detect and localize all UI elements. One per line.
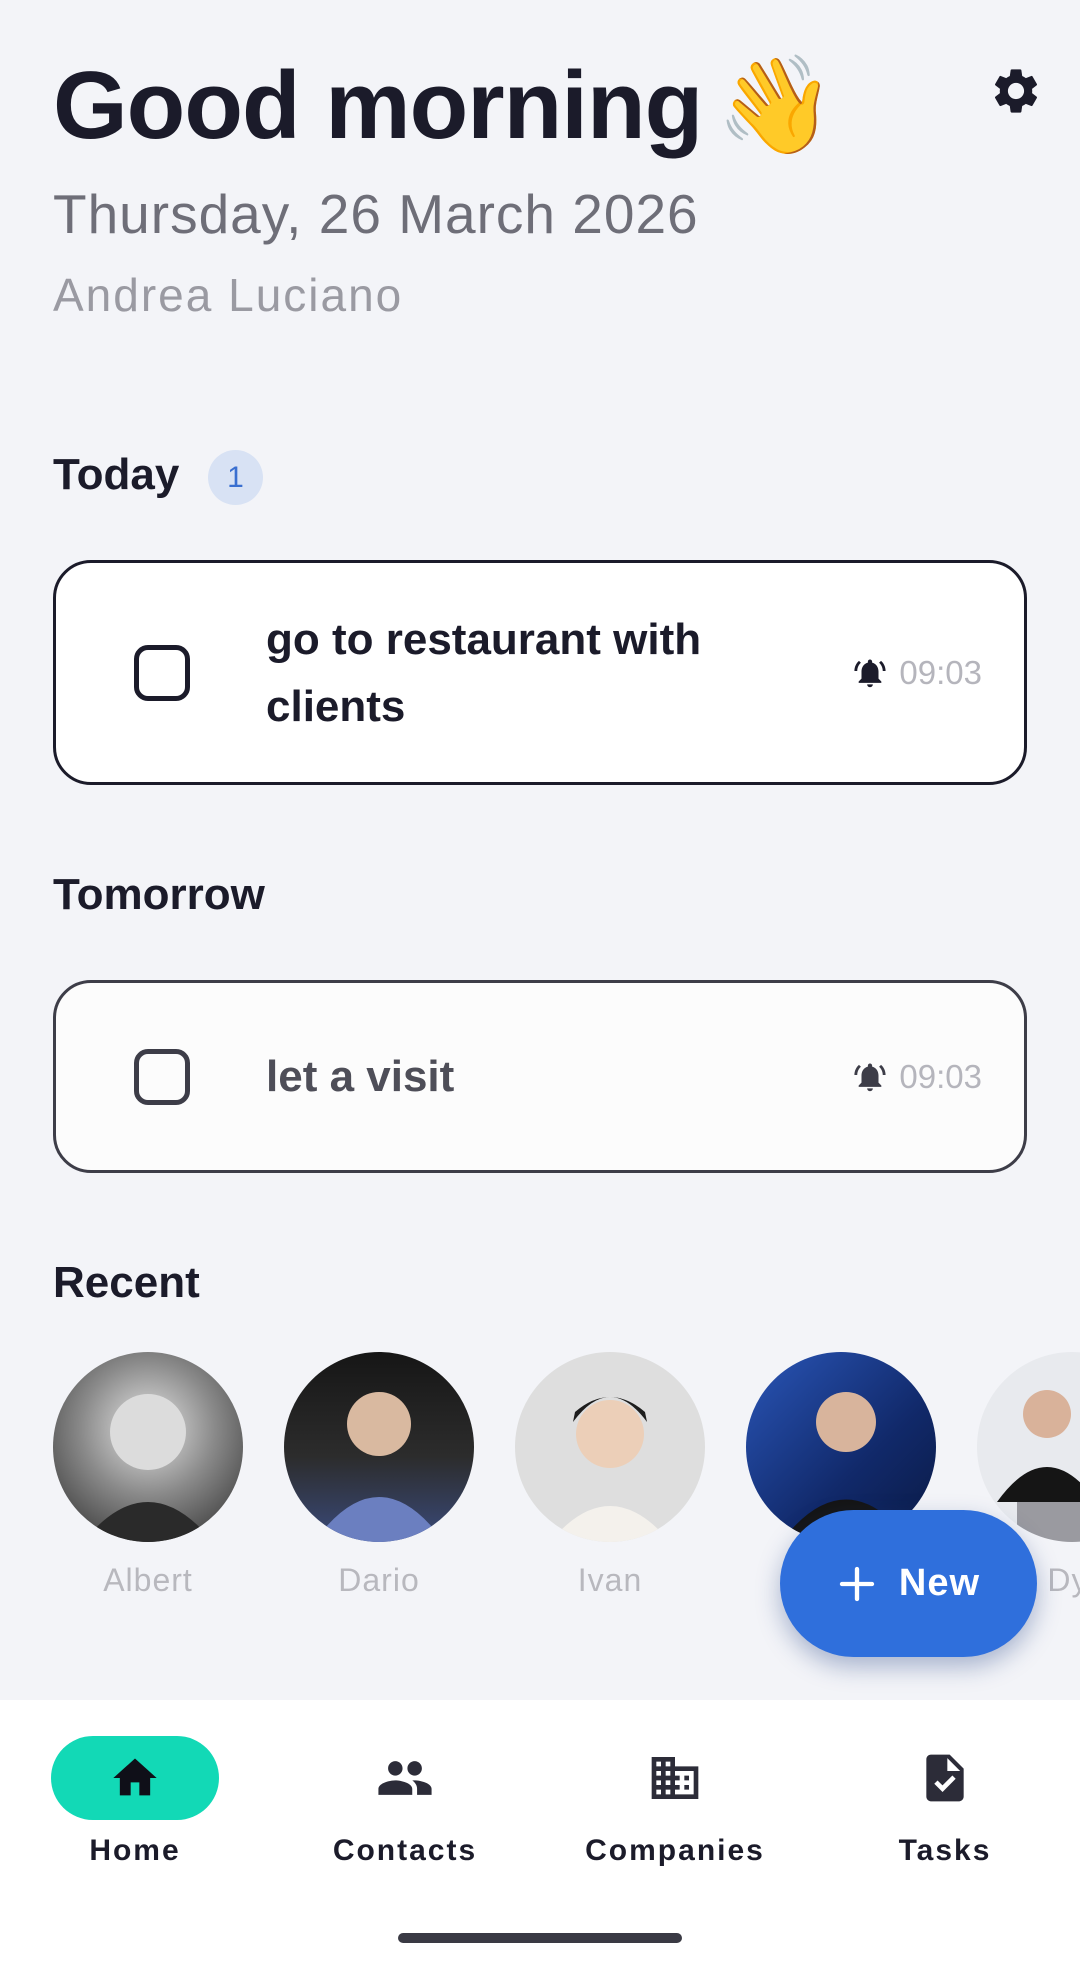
alarm-bell-icon — [854, 1063, 886, 1091]
contact-name: Albert — [103, 1562, 193, 1598]
task-reminder: 09:03 — [853, 654, 982, 692]
nav-icon-wrap — [861, 1736, 1029, 1820]
nav-label: Companies — [585, 1834, 765, 1867]
contact-name: Dario — [338, 1562, 420, 1598]
nav-item-companies[interactable]: Companies — [565, 1736, 785, 1886]
home-icon — [113, 1758, 157, 1796]
task-title: let a visit — [266, 1052, 455, 1101]
bottom-navigation: Home Contacts Companies Tasks — [0, 1700, 1080, 1972]
new-button-label: New — [898, 1562, 981, 1604]
greeting-title: Good morning 👋 — [53, 49, 836, 161]
nav-icon-wrap — [591, 1736, 759, 1820]
task-time: 09:03 — [899, 1057, 982, 1095]
person-silhouette-icon — [997, 1390, 1080, 1542]
section-title-tomorrow: Tomorrow — [53, 870, 265, 919]
person-silhouette-icon — [550, 1397, 670, 1542]
task-time: 09:03 — [899, 653, 982, 691]
gear-icon — [994, 69, 1038, 113]
task-checkbox[interactable] — [134, 1048, 190, 1105]
task-doc-icon — [926, 1754, 964, 1802]
person-silhouette-icon — [314, 1392, 444, 1542]
person-silhouette-icon — [83, 1394, 213, 1542]
task-card[interactable]: go to restaurant with clients 09:03 — [53, 560, 1027, 785]
greeting-text: Good morning — [53, 52, 703, 159]
building-icon — [651, 1757, 699, 1799]
nav-label: Home — [89, 1834, 181, 1867]
people-icon — [378, 1761, 432, 1795]
recent-contact[interactable]: Albert — [53, 1352, 243, 1599]
nav-active-indicator — [51, 1736, 219, 1820]
settings-button[interactable] — [985, 60, 1047, 122]
section-title-recent: Recent — [53, 1258, 200, 1307]
plus-icon — [839, 1566, 875, 1601]
contact-name: Ivan — [577, 1562, 643, 1598]
nav-label: Tasks — [898, 1834, 992, 1867]
task-reminder: 09:03 — [853, 1058, 982, 1096]
task-title: go to restaurant with clients — [266, 614, 702, 731]
current-date: Thursday, 26 March 2026 — [53, 183, 699, 245]
nav-icon-wrap — [321, 1736, 489, 1820]
task-checkbox[interactable] — [134, 644, 190, 701]
recent-contact[interactable]: Ivan — [515, 1352, 705, 1599]
new-button[interactable]: New — [780, 1510, 1037, 1657]
nav-label: Contacts — [332, 1834, 478, 1867]
nav-item-contacts[interactable]: Contacts — [295, 1736, 515, 1886]
avatar — [53, 1352, 243, 1542]
user-name: Andrea Luciano — [53, 269, 404, 321]
task-card[interactable]: let a visit 09:03 — [53, 980, 1027, 1173]
nav-item-tasks[interactable]: Tasks — [835, 1736, 1055, 1886]
avatar — [284, 1352, 474, 1542]
alarm-bell-icon — [854, 659, 886, 687]
today-count-badge: 1 — [208, 450, 263, 505]
home-screen: Good morning 👋 Thursday, 26 March 2026 An… — [0, 0, 1080, 1972]
nav-item-home[interactable]: Home — [25, 1736, 245, 1886]
home-indicator-bar — [398, 1933, 682, 1943]
avatar — [977, 1352, 1080, 1542]
waving-hand-emoji: 👋 — [716, 49, 836, 161]
section-title-today: Today — [53, 450, 180, 499]
avatar — [515, 1352, 705, 1542]
recent-contact[interactable]: Dario — [284, 1352, 474, 1599]
